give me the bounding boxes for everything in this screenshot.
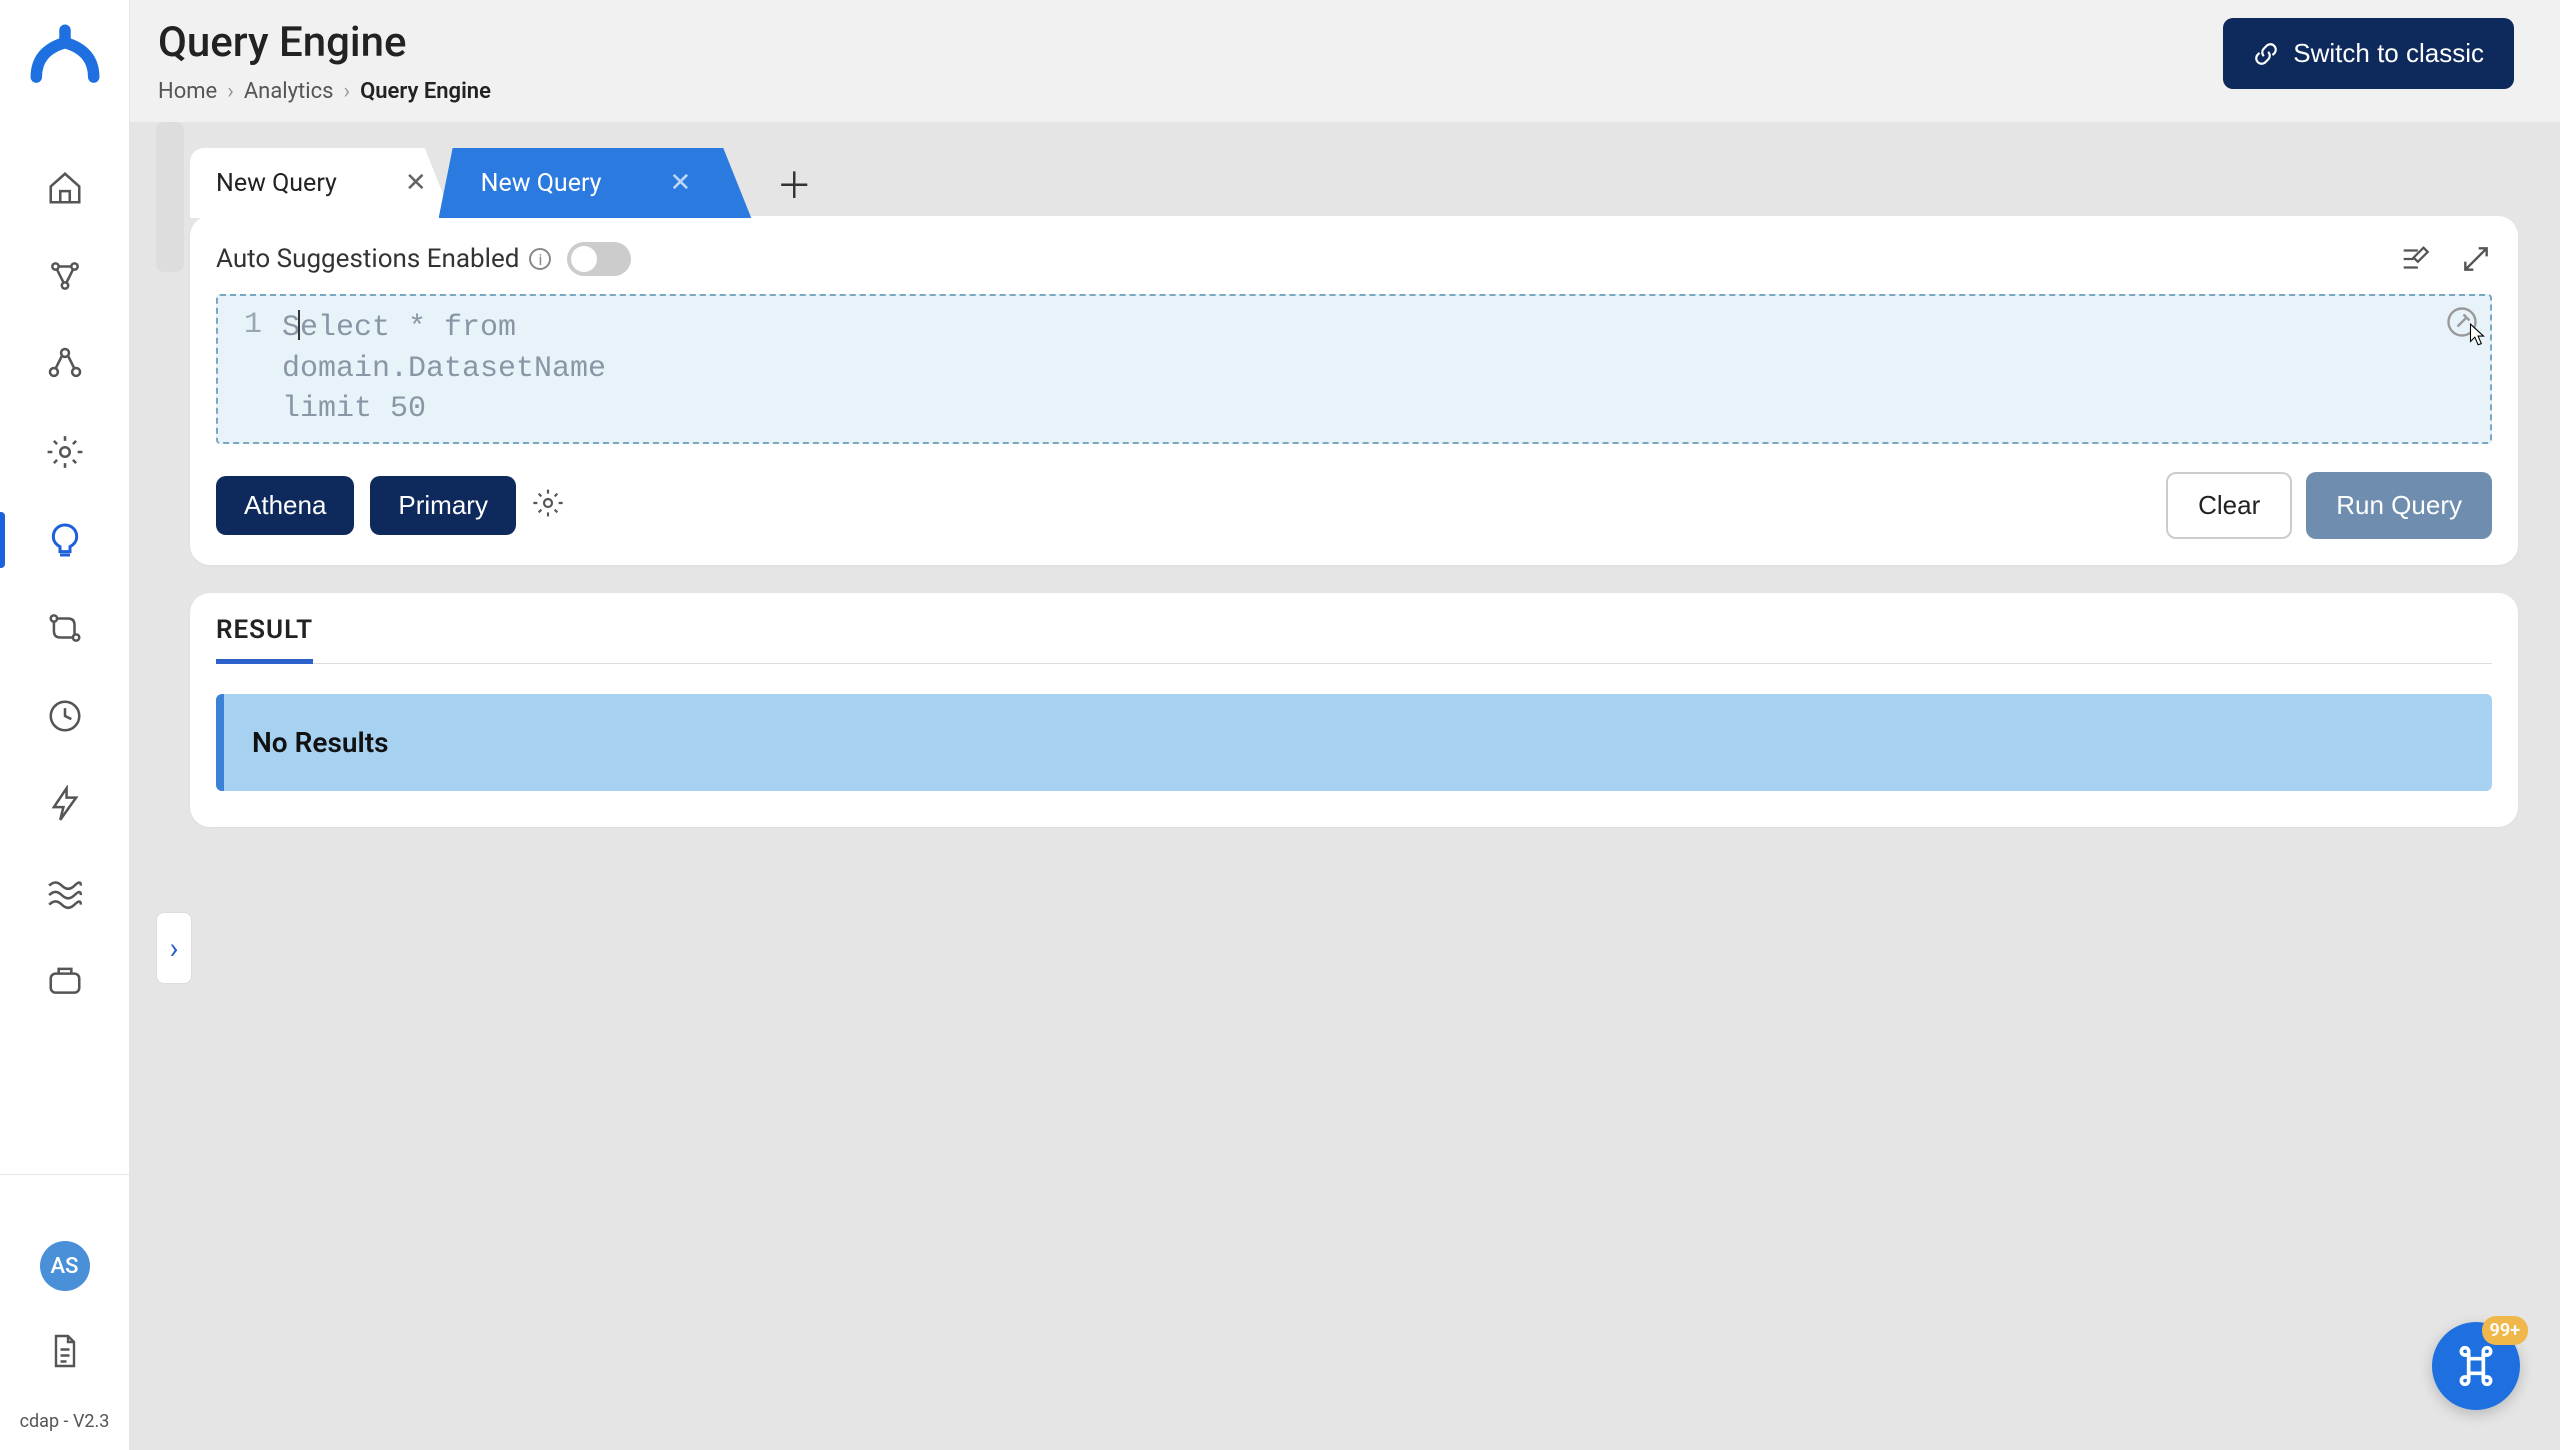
close-icon[interactable]: ✕ xyxy=(405,170,427,196)
header: Query Engine Home › Analytics › Query En… xyxy=(130,0,2560,122)
fab-badge: 99+ xyxy=(2482,1316,2528,1345)
app-logo xyxy=(24,18,106,104)
result-tab[interactable]: RESULT xyxy=(216,615,313,664)
tab-label: New Query xyxy=(216,169,337,198)
tab-label: New Query xyxy=(481,169,602,198)
mouse-cursor-icon xyxy=(2464,322,2490,356)
tab-row: New Query ✕ New Query ✕ ＋ xyxy=(190,148,2518,218)
nav-clock-icon[interactable] xyxy=(41,692,89,740)
nav-bolt-icon[interactable] xyxy=(41,780,89,828)
nav-settings-icon[interactable] xyxy=(41,428,89,476)
sql-editor[interactable]: 1 Select * from domain.DatasetName limit… xyxy=(216,294,2492,444)
document-icon[interactable] xyxy=(41,1327,89,1375)
info-icon[interactable]: i xyxy=(529,248,551,270)
nav-briefcase-icon[interactable] xyxy=(41,956,89,1004)
sidebar: AS cdap - V2.3 xyxy=(0,0,130,1450)
main-area: Query Engine Home › Analytics › Query En… xyxy=(130,0,2560,1450)
scrollbar[interactable] xyxy=(156,122,184,272)
result-card: RESULT No Results xyxy=(190,593,2518,827)
source-chip-primary[interactable]: Primary xyxy=(370,476,516,535)
command-fab[interactable]: 99+ xyxy=(2432,1322,2520,1410)
sidebar-expand-handle[interactable]: › xyxy=(156,912,192,984)
autosuggest-label: Auto Suggestions Enabled xyxy=(216,244,519,274)
nav-nodes-icon[interactable] xyxy=(41,340,89,388)
autosuggest-toggle[interactable] xyxy=(567,242,631,276)
breadcrumb-analytics[interactable]: Analytics xyxy=(244,79,334,104)
expand-icon[interactable] xyxy=(2460,242,2492,276)
command-icon xyxy=(2454,1344,2498,1388)
result-message: No Results xyxy=(216,694,2492,791)
breadcrumb-home[interactable]: Home xyxy=(158,79,217,104)
run-query-button[interactable]: Run Query xyxy=(2306,472,2492,539)
switch-button-label: Switch to classic xyxy=(2293,38,2484,69)
link-icon xyxy=(2253,41,2279,67)
breadcrumb-current: Query Engine xyxy=(360,79,491,104)
query-editor-card: Auto Suggestions Enabled i 1 Select * fr… xyxy=(190,216,2518,565)
page-title: Query Engine xyxy=(158,18,491,67)
close-icon[interactable]: ✕ xyxy=(669,170,691,196)
gear-icon[interactable] xyxy=(532,487,564,523)
editor-placeholder: Select * from domain.DatasetName limit 5… xyxy=(282,308,606,430)
user-avatar[interactable]: AS xyxy=(40,1241,90,1291)
edit-icon[interactable] xyxy=(2444,304,2480,350)
line-number: 1 xyxy=(234,308,262,430)
nav-waves-icon[interactable] xyxy=(41,868,89,916)
switch-to-classic-button[interactable]: Switch to classic xyxy=(2223,18,2514,89)
breadcrumb: Home › Analytics › Query Engine xyxy=(158,79,491,104)
nav-share-icon[interactable] xyxy=(41,252,89,300)
text-cursor xyxy=(298,310,300,340)
tab-new-query-1[interactable]: New Query ✕ xyxy=(190,148,453,218)
tab-new-query-2[interactable]: New Query ✕ xyxy=(439,148,752,218)
chevron-right-icon: › xyxy=(343,79,350,104)
engine-chip-athena[interactable]: Athena xyxy=(216,476,354,535)
version-label: cdap - V2.3 xyxy=(20,1411,110,1432)
add-tab-button[interactable]: ＋ xyxy=(773,162,815,204)
clear-button[interactable]: Clear xyxy=(2166,472,2292,539)
beautify-icon[interactable] xyxy=(2398,242,2432,276)
chevron-right-icon: › xyxy=(227,79,234,104)
nav-home-icon[interactable] xyxy=(41,164,89,212)
nav-flow-icon[interactable] xyxy=(41,604,89,652)
nav-query-icon[interactable] xyxy=(41,516,89,564)
